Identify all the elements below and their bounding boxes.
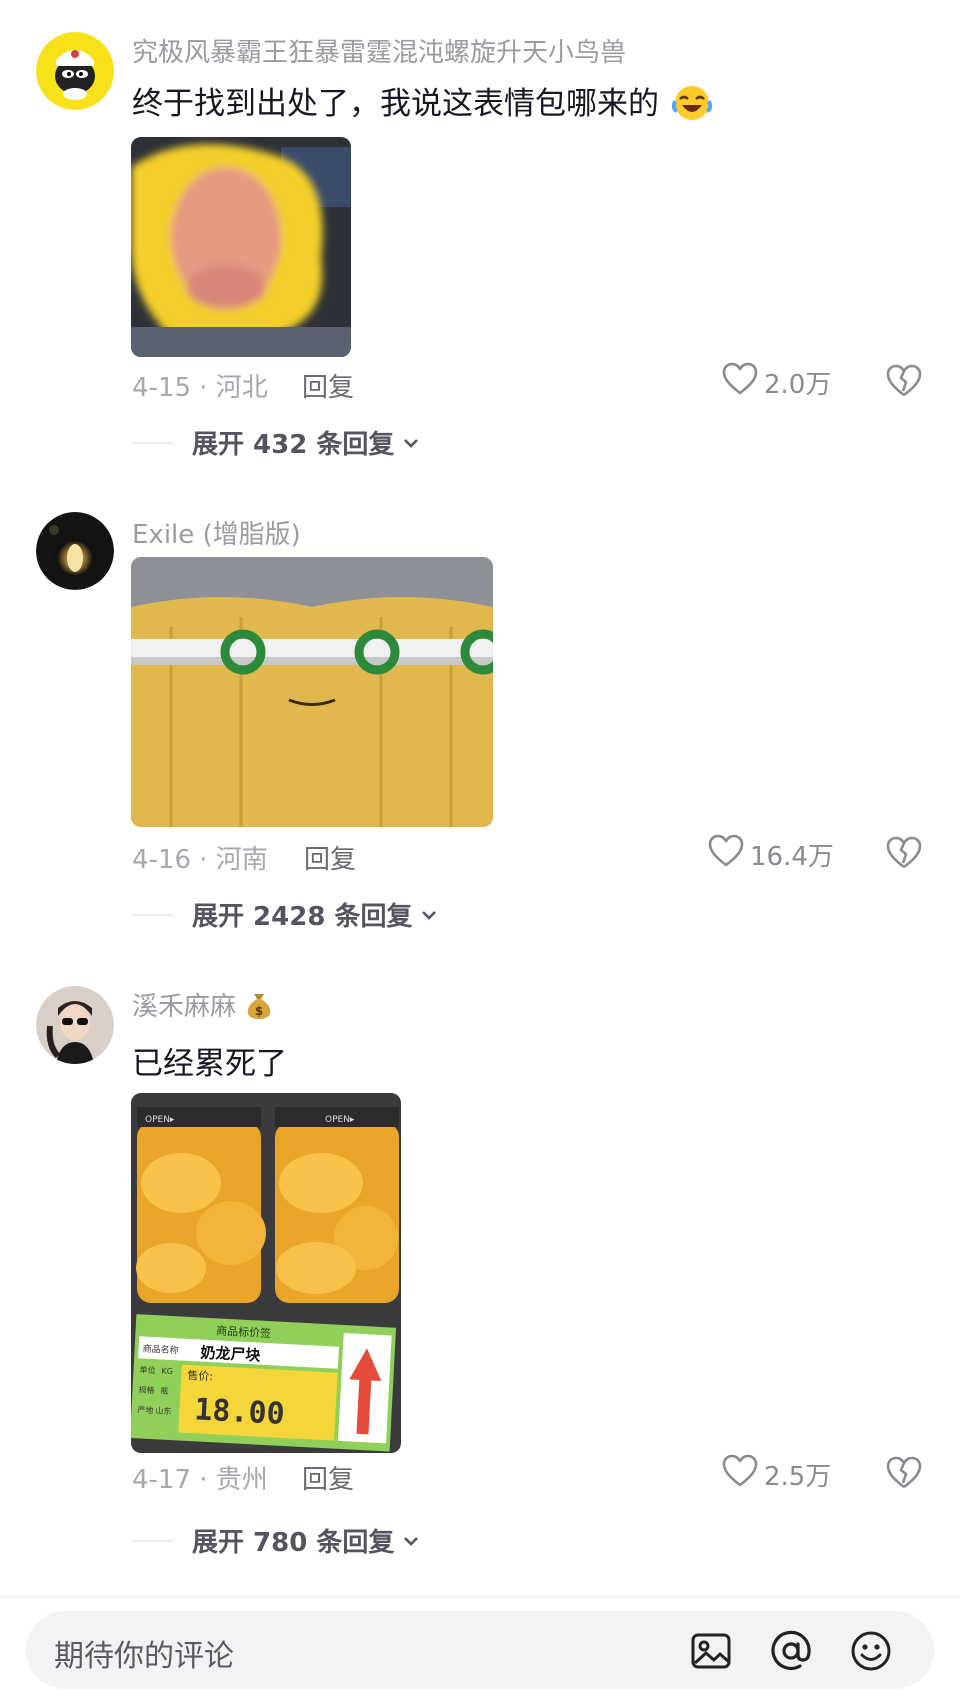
chevron-down-icon: [402, 1532, 420, 1550]
broken-heart-icon: [886, 364, 922, 402]
expand-replies[interactable]: 展开 432 条回复: [132, 424, 420, 461]
price-label: 售价:: [187, 1368, 213, 1383]
avatar[interactable]: [36, 512, 114, 590]
comment-text: 已经累死了: [132, 1046, 287, 1082]
svg-text:$: $: [255, 1004, 263, 1018]
expand-replies-label: 展开 432 条回复: [192, 430, 395, 460]
dislike-button[interactable]: [886, 364, 922, 400]
like-count: 2.0万: [764, 370, 832, 400]
reply-button[interactable]: 回复: [302, 1459, 354, 1496]
heart-icon: [708, 834, 744, 875]
laughing-crying-emoji-icon: [671, 83, 713, 129]
expand-replies-label: 展开 780 条回复: [192, 1528, 395, 1558]
jar-open-label: OPEN▸: [145, 1115, 175, 1125]
comment-date-location: 4-17 · 贵州: [132, 1465, 268, 1495]
expand-replies[interactable]: 展开 2428 条回复: [132, 896, 438, 933]
comment-input-placeholder: 期待你的评论: [54, 1639, 234, 1674]
like-button[interactable]: 2.5万: [722, 1454, 831, 1495]
comment-text: 终于找到出处了，我说这表情包哪来的: [132, 78, 713, 129]
expand-replies-label: 展开 2428 条回复: [192, 902, 413, 932]
comment-username[interactable]: 溪禾麻麻 $: [132, 986, 274, 1027]
spec-value: 瓶: [160, 1385, 169, 1395]
like-count: 16.4万: [750, 842, 834, 872]
unit-value: KG: [161, 1367, 173, 1377]
comment-username[interactable]: Exile (增脂版): [132, 514, 301, 551]
origin-label: 产地: [137, 1404, 154, 1415]
avatar[interactable]: [36, 986, 114, 1064]
spec-label: 规格: [138, 1384, 155, 1395]
image-icon[interactable]: [689, 1629, 733, 1673]
chevron-down-icon: [420, 906, 438, 924]
comment-date-location: 4-15 · 河北: [132, 373, 268, 403]
money-bag-icon: $: [244, 988, 274, 1027]
comment-date-location: 4-16 · 河南: [132, 845, 268, 875]
unit-label: 单位: [139, 1364, 156, 1375]
like-button[interactable]: 16.4万: [708, 834, 834, 875]
like-count: 2.5万: [764, 1462, 832, 1492]
divider-line: [132, 913, 174, 916]
comment-username[interactable]: 究极风暴霸王狂暴雷霆混沌螺旋升天小鸟兽: [132, 32, 626, 69]
origin-value: 山东: [155, 1405, 172, 1416]
dislike-button[interactable]: [886, 1456, 922, 1492]
emoji-icon[interactable]: [849, 1629, 893, 1673]
comment-text-content: 终于找到出处了，我说这表情包哪来的: [132, 86, 659, 122]
price-value: 18.00: [193, 1392, 285, 1432]
comment-image[interactable]: [131, 557, 493, 827]
heart-icon: [722, 1454, 758, 1495]
divider-line: [132, 1539, 174, 1542]
broken-heart-icon: [886, 836, 922, 874]
broken-heart-icon: [886, 1456, 922, 1494]
expand-replies[interactable]: 展开 780 条回复: [132, 1522, 420, 1559]
comment-input[interactable]: 期待你的评论: [26, 1611, 934, 1689]
comment-image[interactable]: [131, 137, 351, 357]
reply-button[interactable]: 回复: [304, 839, 356, 876]
dislike-button[interactable]: [886, 836, 922, 872]
reply-button[interactable]: 回复: [302, 367, 354, 404]
chevron-down-icon: [402, 434, 420, 452]
like-button[interactable]: 2.0万: [722, 362, 831, 403]
comment-image[interactable]: OPEN▸ OPEN▸ 商品标价签 商品名称 奶龙尸块 售价: 18.00 单位…: [131, 1093, 401, 1453]
at-icon[interactable]: [769, 1629, 813, 1673]
product-name: 奶龙尸块: [200, 1344, 262, 1365]
jar-open-label: OPEN▸: [325, 1115, 355, 1125]
divider-line: [132, 441, 174, 444]
avatar[interactable]: [36, 32, 114, 110]
price-tag-title: 商品标价签: [216, 1323, 272, 1340]
heart-icon: [722, 362, 758, 403]
comment-username-text: 溪禾麻麻: [132, 992, 237, 1022]
comment-input-bar: 期待你的评论: [0, 1596, 960, 1707]
